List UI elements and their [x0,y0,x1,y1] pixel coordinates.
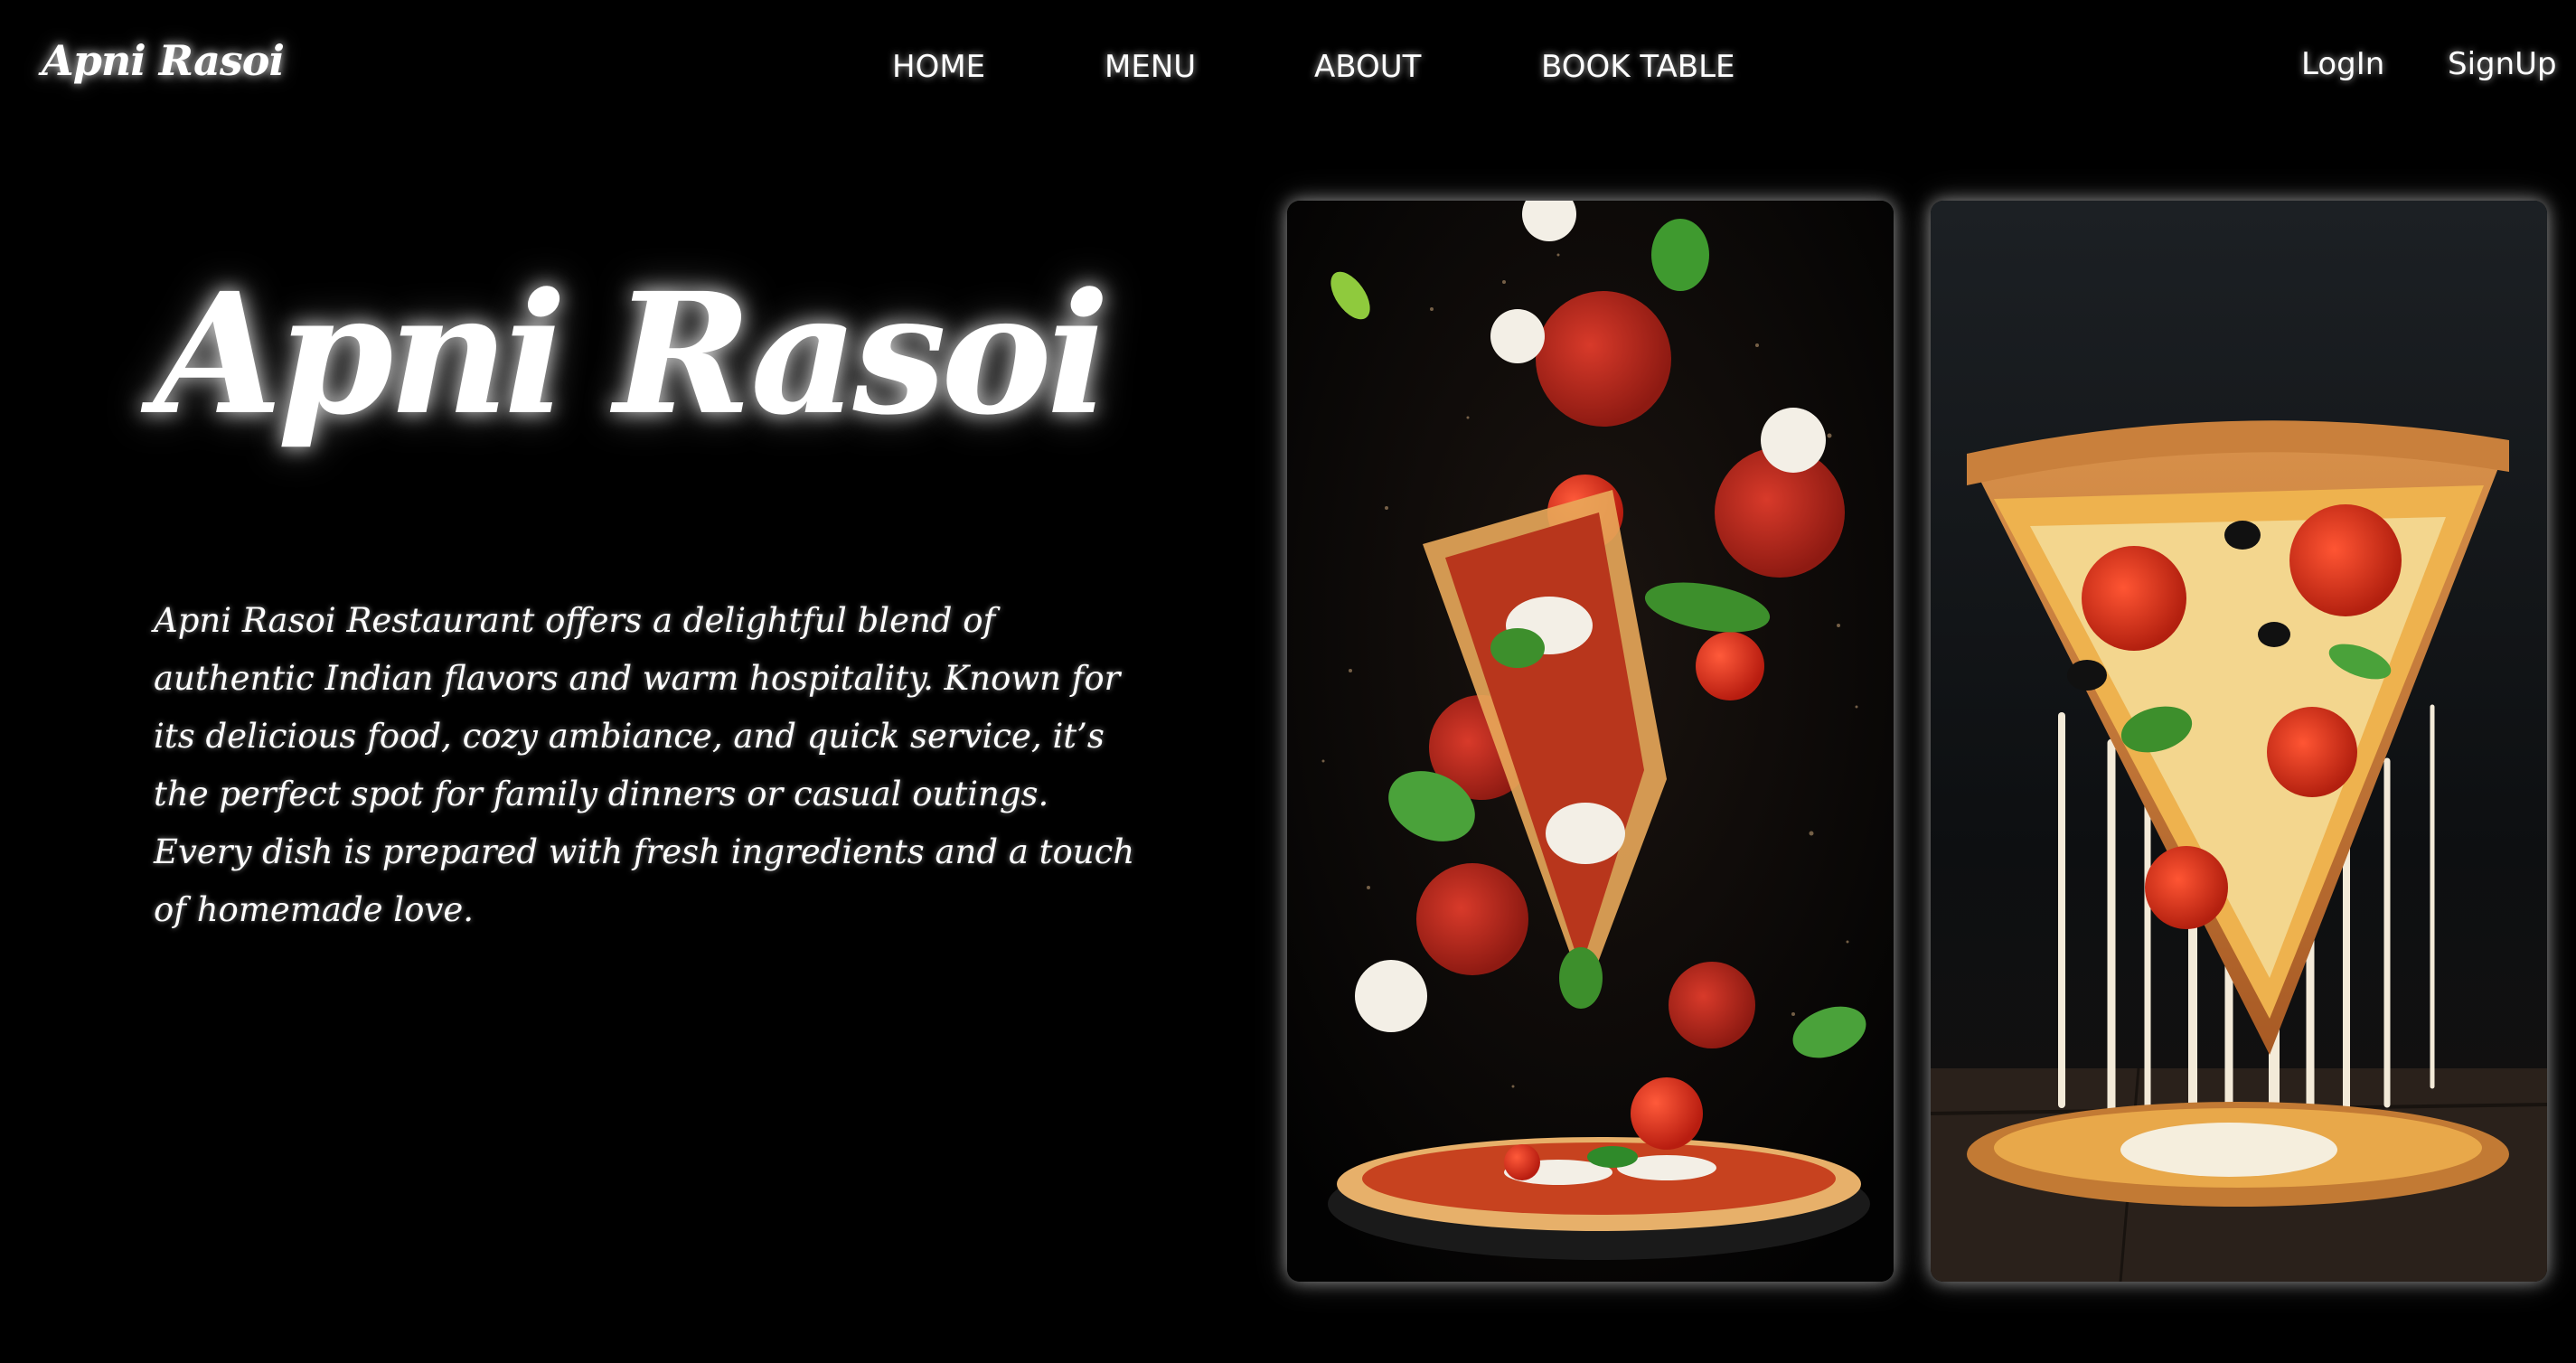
pizza-slice-illustration [1931,201,2547,1282]
login-link[interactable]: LogIn [2301,46,2384,82]
nav-book-table-link[interactable]: BOOK TABLE [1541,49,1735,85]
pizza-toppings-image [1287,201,1894,1282]
hero-description: Apni Rasoi Restaurant offers a delightfu… [154,601,1135,929]
signup-link[interactable]: SignUp [2448,46,2557,82]
pizza-toppings-illustration [1287,201,1894,1282]
nav-home-link[interactable]: HOME [892,49,985,85]
pizza-slice-image [1931,201,2547,1282]
brand-logo[interactable]: Apni Rasoi [42,36,285,85]
hero-title: Apni Rasoi [154,257,1110,452]
nav-menu-link[interactable]: MENU [1105,49,1196,85]
navbar: Apni Rasoi HOME MENU ABOUT BOOK TABLE Lo… [0,0,2576,136]
nav-about-link[interactable]: ABOUT [1314,49,1421,85]
